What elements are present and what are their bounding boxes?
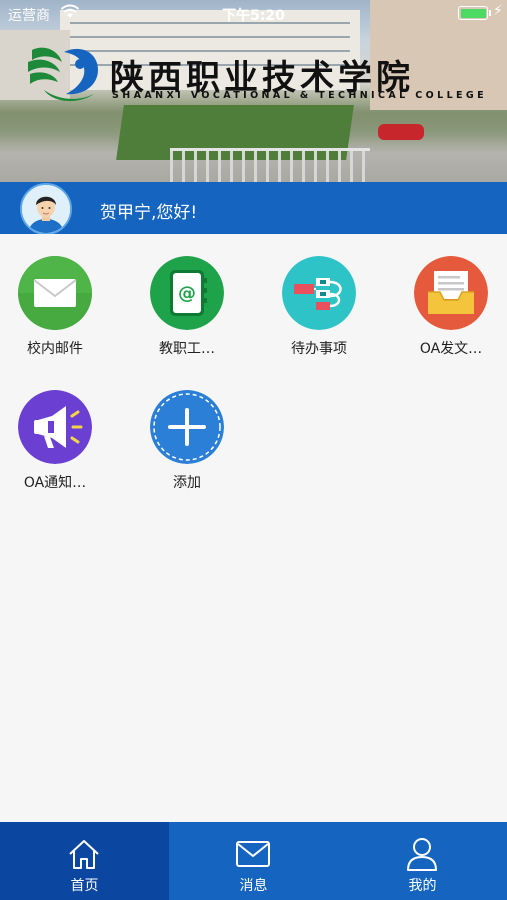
envelope-icon <box>236 841 270 867</box>
college-name-english: SHAANXI VOCATIONAL & TECHNICAL COLLEGE <box>112 90 488 101</box>
app-staff-directory[interactable]: @ 教职工… <box>132 256 242 358</box>
tab-home[interactable]: 首页 <box>0 822 169 900</box>
app-grid: 校内邮件 @ 教职工… 待办事项 OA发文… OA通知… 添加 <box>0 234 507 822</box>
document-tray-icon <box>414 256 488 330</box>
tab-label: 我的 <box>408 878 437 894</box>
address-book-icon: @ <box>150 256 224 330</box>
banner-railing <box>170 148 370 182</box>
app-label: OA通知… <box>23 475 87 491</box>
app-icon-circle <box>18 390 92 464</box>
app-label: 待办事项 <box>291 341 347 357</box>
app-icon-circle <box>414 256 488 330</box>
app-label: 教职工… <box>159 341 215 357</box>
banner-car <box>378 124 424 140</box>
app-oa-notices[interactable]: OA通知… <box>0 390 110 492</box>
greeting-text: 贺甲宁,您好! <box>100 203 198 223</box>
megaphone-icon <box>18 390 92 464</box>
status-time: 下午5:20 <box>222 8 285 24</box>
app-label: 校内邮件 <box>27 341 83 357</box>
app-icon-circle <box>150 390 224 464</box>
app-add[interactable]: 添加 <box>132 390 242 492</box>
college-emblem-icon <box>28 47 98 102</box>
banner-window-row <box>70 36 350 38</box>
app-label: 添加 <box>173 475 201 491</box>
battery-icon <box>458 6 491 20</box>
flow-icon <box>282 256 356 330</box>
status-bar: 运营商 下午5:20 ⚡ <box>0 0 507 28</box>
college-logo: 陕西职业技术学院 SHAANXI VOCATIONAL & TECHNICAL … <box>24 42 494 108</box>
person-icon <box>407 838 437 871</box>
mail-icon <box>18 256 92 330</box>
app-icon-circle <box>18 256 92 330</box>
app-campus-mail[interactable]: 校内邮件 <box>0 256 110 358</box>
home-icon <box>69 840 99 869</box>
svg-text:@: @ <box>178 283 196 304</box>
tab-bar: 首页 消息 我的 <box>0 822 507 900</box>
tab-label: 首页 <box>70 878 99 894</box>
user-avatar-icon <box>22 185 70 233</box>
tab-messages[interactable]: 消息 <box>169 822 338 900</box>
app-label: OA发文… <box>419 341 483 357</box>
app-oa-documents[interactable]: OA发文… <box>396 256 506 358</box>
tab-mine[interactable]: 我的 <box>338 822 507 900</box>
app-icon-circle: @ <box>150 256 224 330</box>
plus-icon <box>150 390 224 464</box>
app-icon-circle <box>282 256 356 330</box>
tab-label: 消息 <box>239 878 268 894</box>
greeting-bar: 贺甲宁,您好! <box>0 182 507 235</box>
avatar[interactable] <box>20 183 72 235</box>
app-todo[interactable]: 待办事项 <box>264 256 374 358</box>
charging-icon: ⚡ <box>493 3 503 19</box>
